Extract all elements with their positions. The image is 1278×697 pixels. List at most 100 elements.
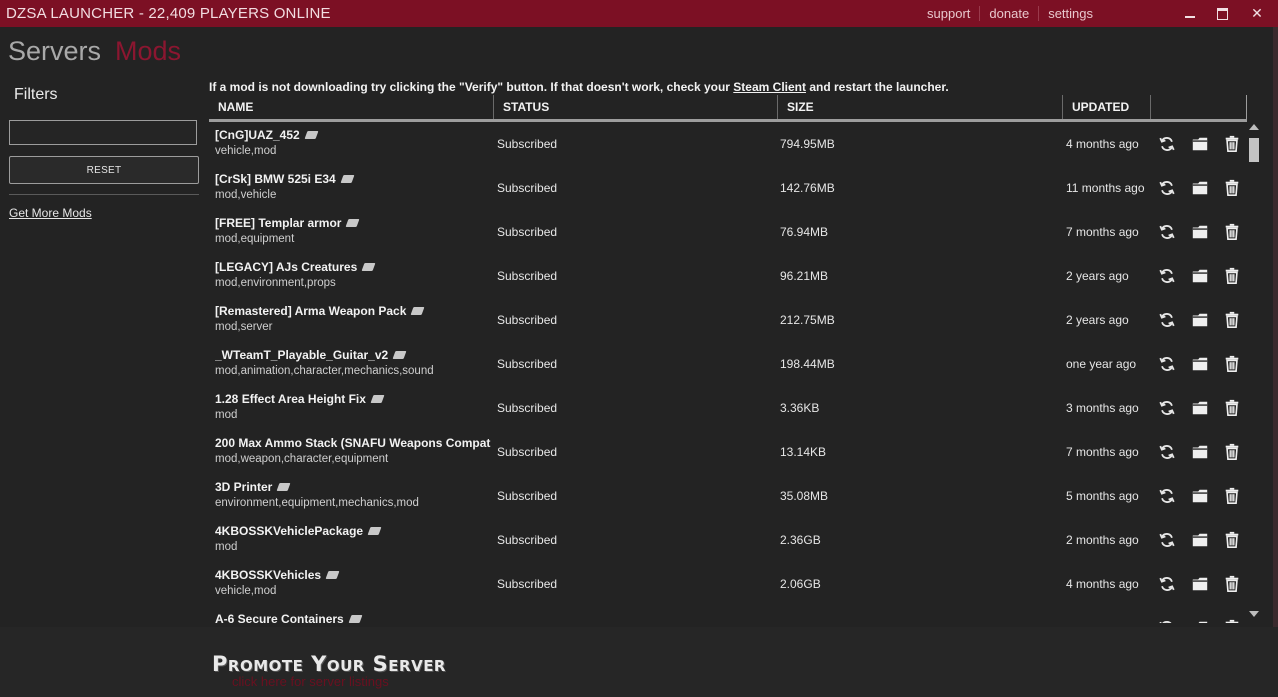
tag-icon xyxy=(340,175,355,183)
open-folder-button[interactable] xyxy=(1191,619,1209,623)
table-row[interactable]: 4KBOSSKVehicles vehicle,mod Subscribed 2.06… xyxy=(209,562,1247,606)
table-row[interactable]: [CrSk] BMW 525i E34 mod,vehicle Subscribed… xyxy=(209,166,1247,210)
delete-button[interactable] xyxy=(1223,355,1241,373)
folder-icon xyxy=(1191,269,1209,289)
open-folder-button[interactable] xyxy=(1191,179,1209,197)
donate-link[interactable]: donate xyxy=(979,6,1038,21)
trash-icon xyxy=(1223,487,1241,509)
mod-name[interactable]: 4KBOSSKVehiclePackage xyxy=(215,524,363,538)
refresh-button[interactable] xyxy=(1158,223,1176,241)
mod-updated: 3 months ago xyxy=(1066,401,1139,415)
open-folder-button[interactable] xyxy=(1191,443,1209,461)
mod-status: Subscribed xyxy=(497,313,558,327)
mod-name[interactable]: 3D Printer xyxy=(215,480,272,494)
open-folder-button[interactable] xyxy=(1191,223,1209,241)
mod-size: 2.06GB xyxy=(780,577,821,591)
delete-button[interactable] xyxy=(1223,531,1241,549)
table-row[interactable]: A-6 Secure Containers xyxy=(209,606,1247,623)
promo-banner[interactable]: Promote Your Server click here for serve… xyxy=(0,627,1278,697)
table-row[interactable]: 3D Printer environment,equipment,mechanic… xyxy=(209,474,1247,518)
mod-name[interactable]: [CrSk] BMW 525i E34 xyxy=(215,172,336,186)
mod-name-line: 4KBOSSKVehicles xyxy=(215,568,493,582)
mod-name[interactable]: _WTeamT_Playable_Guitar_v2 xyxy=(215,348,388,362)
open-folder-button[interactable] xyxy=(1191,531,1209,549)
delete-button[interactable] xyxy=(1223,267,1241,285)
mod-name[interactable]: 1.28 Effect Area Height Fix xyxy=(215,392,366,406)
open-folder-button[interactable] xyxy=(1191,311,1209,329)
mod-name[interactable]: 200 Max Ammo Stack (SNAFU Weapons Compat xyxy=(215,436,490,450)
column-header-size[interactable]: SIZE xyxy=(778,95,1063,119)
scroll-down-arrow[interactable] xyxy=(1249,611,1259,617)
get-more-mods-link[interactable]: Get More Mods xyxy=(9,206,92,220)
maximize-button[interactable] xyxy=(1206,0,1238,27)
refresh-button[interactable] xyxy=(1158,267,1176,285)
delete-button[interactable] xyxy=(1223,223,1241,241)
filter-search-input[interactable] xyxy=(9,120,197,145)
column-header-updated[interactable]: UPDATED xyxy=(1063,95,1151,119)
open-folder-button[interactable] xyxy=(1191,575,1209,593)
promo-title[interactable]: Promote Your Server xyxy=(212,652,446,676)
table-row[interactable]: 1.28 Effect Area Height Fix mod Subscribed… xyxy=(209,386,1247,430)
delete-button[interactable] xyxy=(1223,179,1241,197)
table-row[interactable]: [LEGACY] AJs Creatures mod,environment,pr… xyxy=(209,254,1247,298)
table-row[interactable]: 4KBOSSKVehiclePackage mod Subscribed 2.36GB… xyxy=(209,518,1247,562)
refresh-button[interactable] xyxy=(1158,487,1176,505)
main-nav: Servers Mods xyxy=(8,36,181,67)
refresh-button[interactable] xyxy=(1158,311,1176,329)
open-folder-button[interactable] xyxy=(1191,399,1209,417)
refresh-button[interactable] xyxy=(1158,355,1176,373)
delete-button[interactable] xyxy=(1223,619,1241,623)
open-folder-button[interactable] xyxy=(1191,135,1209,153)
mod-tags: mod,animation,character,mechanics,sound xyxy=(215,365,434,377)
folder-icon xyxy=(1191,489,1209,509)
minimize-button[interactable] xyxy=(1174,0,1206,27)
mod-name[interactable]: 4KBOSSKVehicles xyxy=(215,568,321,582)
table-row[interactable]: 200 Max Ammo Stack (SNAFU Weapons Compat… xyxy=(209,430,1247,474)
tab-servers[interactable]: Servers xyxy=(8,36,101,67)
mod-name[interactable]: [Remastered] Arma Weapon Pack xyxy=(215,304,406,318)
refresh-button[interactable] xyxy=(1158,619,1176,623)
promo-subtitle[interactable]: click here for server listings xyxy=(232,674,389,689)
delete-button[interactable] xyxy=(1223,487,1241,505)
support-link[interactable]: support xyxy=(918,6,979,21)
mod-name-cell: A-6 Secure Containers xyxy=(215,612,493,623)
reset-button[interactable]: RESET xyxy=(9,156,199,184)
tag-icon xyxy=(346,219,360,227)
refresh-button[interactable] xyxy=(1158,443,1176,461)
mod-size: 35.08MB xyxy=(780,489,829,503)
delete-button[interactable] xyxy=(1223,575,1241,593)
mod-name[interactable]: [LEGACY] AJs Creatures xyxy=(215,260,357,274)
steam-client-link[interactable]: Steam Client xyxy=(733,80,806,94)
scroll-up-arrow[interactable] xyxy=(1249,124,1259,130)
refresh-button[interactable] xyxy=(1158,399,1176,417)
refresh-button[interactable] xyxy=(1158,531,1176,549)
mod-name[interactable]: [CnG]UAZ_452 xyxy=(215,128,300,142)
delete-button[interactable] xyxy=(1223,443,1241,461)
table-row[interactable]: _WTeamT_Playable_Guitar_v2 mod,animation,… xyxy=(209,342,1247,386)
open-folder-button[interactable] xyxy=(1191,487,1209,505)
settings-link[interactable]: settings xyxy=(1038,6,1102,21)
open-folder-button[interactable] xyxy=(1191,267,1209,285)
table-row[interactable]: [FREE] Templar armor mod,equipment Subscri… xyxy=(209,210,1247,254)
delete-button[interactable] xyxy=(1223,311,1241,329)
table-row[interactable]: [Remastered] Arma Weapon Pack mod,server S… xyxy=(209,298,1247,342)
delete-button[interactable] xyxy=(1223,399,1241,417)
refresh-button[interactable] xyxy=(1158,135,1176,153)
delete-button[interactable] xyxy=(1223,135,1241,153)
mod-name[interactable]: A-6 Secure Containers xyxy=(215,612,344,623)
divider xyxy=(9,194,199,195)
refresh-button[interactable] xyxy=(1158,179,1176,197)
trash-icon xyxy=(1223,443,1241,465)
tab-mods[interactable]: Mods xyxy=(115,36,181,67)
mods-table-header: NAME STATUS SIZE UPDATED xyxy=(209,95,1247,122)
refresh-icon xyxy=(1158,181,1176,201)
app-title: DZSA LAUNCHER - 22,409 PLAYERS ONLINE xyxy=(6,5,331,22)
refresh-button[interactable] xyxy=(1158,575,1176,593)
close-button[interactable]: ✕ xyxy=(1241,0,1273,27)
scrollbar-thumb[interactable] xyxy=(1249,138,1259,162)
mod-name[interactable]: [FREE] Templar armor xyxy=(215,216,341,230)
table-row[interactable]: [CnG]UAZ_452 vehicle,mod Subscribed 794.95M… xyxy=(209,122,1247,166)
column-header-status[interactable]: STATUS xyxy=(494,95,778,119)
open-folder-button[interactable] xyxy=(1191,355,1209,373)
column-header-name[interactable]: NAME xyxy=(209,95,494,119)
